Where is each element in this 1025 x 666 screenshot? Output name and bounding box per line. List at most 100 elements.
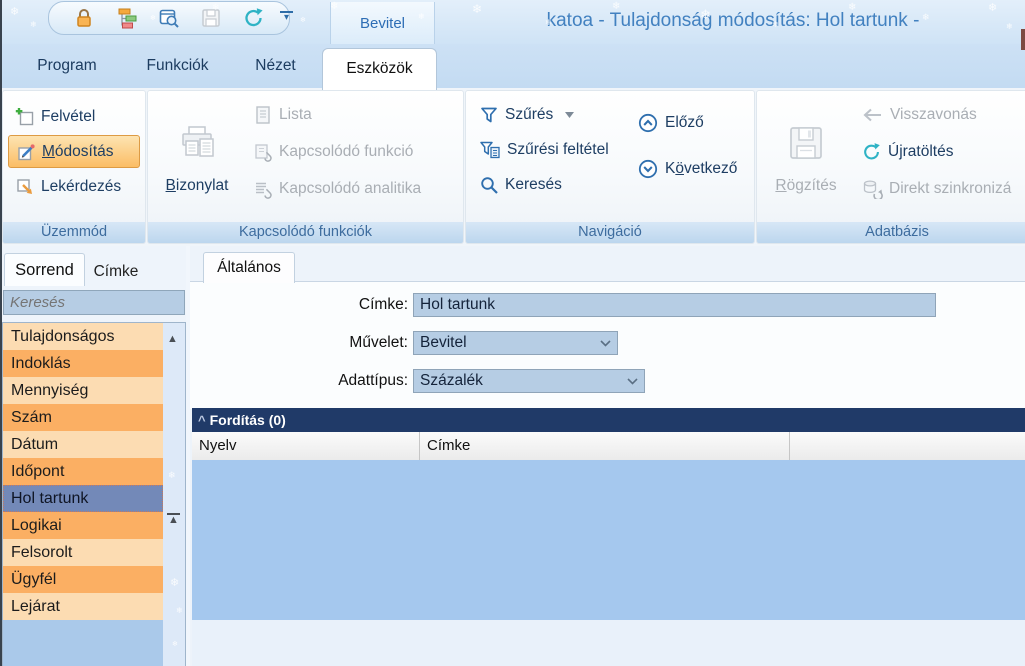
list-scrollbar[interactable]: ▲ ▲ (163, 323, 185, 666)
tab-eszkozok-active[interactable]: Eszközök (322, 48, 437, 90)
field-label-muvelet: Művelet: (349, 334, 408, 351)
property-list: Tulajdonságos Indoklás Mennyiség Szám Dátum I… (3, 323, 163, 620)
felvetel-button[interactable]: Felvétel (8, 101, 140, 132)
group-title-kapcsolodo: Kapcsolódó funkciók (148, 222, 463, 243)
list-item[interactable]: Felsorolt (3, 539, 163, 566)
list-item[interactable]: Szám (3, 404, 163, 431)
list-item[interactable]: Dátum (3, 431, 163, 458)
column-header-nyelv[interactable]: Nyelv (192, 432, 420, 460)
undo-arrow-icon (863, 108, 881, 121)
collapse-caret-icon[interactable]: ^ (198, 413, 206, 428)
column-header-cimke[interactable]: Címke (420, 432, 790, 460)
window-left-border (0, 0, 2, 666)
kapcsolodo-funkcio-button[interactable]: Kapcsolódó funkció (246, 136, 428, 167)
translation-table-empty-body[interactable] (192, 460, 1025, 620)
tab-nezet[interactable]: Nézet (243, 44, 308, 88)
lista-button[interactable]: Lista (246, 99, 428, 130)
list-item[interactable]: Lejárat (3, 593, 163, 620)
group-title-uzemmod: Üzemmód (3, 222, 145, 243)
tab-funkciok[interactable]: Funkciók (130, 44, 225, 88)
adattipus-dropdown[interactable]: Százalék (413, 369, 645, 393)
group-kapcsolodo-funkciok: Bizonylat Lista Kapcsolódó funkció Kapcs… (147, 90, 464, 244)
qat-more-commands-icon[interactable]: ▾ (280, 11, 293, 23)
tab-altalanos[interactable]: Általános (203, 252, 295, 283)
related-function-icon (255, 143, 272, 162)
sidebar-search-input[interactable] (3, 290, 185, 315)
translation-table-header: Nyelv Címke (192, 432, 1025, 461)
field-label-cimke: Címke: (358, 296, 408, 313)
muvelet-dropdown[interactable]: Bevitel (413, 331, 618, 355)
general-form: Címke: Hol tartunk Művelet: Bevitel Adat… (190, 281, 1025, 409)
group-adatbazis: Rögzítés Visszavonás Újratöltés Direkt s… (756, 90, 1025, 244)
cimke-text-input[interactable]: Hol tartunk (413, 293, 936, 317)
list-item[interactable]: Tulajdonságos (3, 323, 163, 350)
scroll-to-top-icon[interactable]: ▲ (167, 513, 180, 526)
group-navigacio: Szűrés Szűrési feltétel Keresés Előző Kö… (465, 90, 755, 244)
save-floppy-icon (790, 127, 822, 159)
list-document-icon (256, 105, 270, 124)
sidebar-tab-cimke[interactable]: Címke (85, 258, 147, 285)
list-item[interactable]: Hol tartunk (3, 485, 163, 512)
application-window: ▾ Bevitel katoa - Tulajdonság módosítás:… (0, 0, 1025, 666)
scroll-up-icon[interactable]: ▲ (167, 333, 178, 345)
dropdown-caret-icon (565, 111, 575, 118)
screen-edge-artifact (1021, 29, 1025, 50)
visszavonas-button[interactable]: Visszavonás (855, 99, 1018, 130)
group-uzemmod: Felvétel Módosítás Lekérdezés Üzemmód (2, 90, 146, 244)
query-record-icon (17, 178, 32, 194)
kovetkezo-button[interactable]: Következő (630, 153, 744, 184)
title-bar: ▾ Bevitel katoa - Tulajdonság módosítás:… (0, 0, 1025, 45)
ribbon: Felvétel Módosítás Lekérdezés Üzemmód Bi… (0, 88, 1025, 247)
forditas-section-header[interactable]: ^ Fordítás (0) (192, 408, 1025, 432)
printer-icon (182, 126, 214, 157)
group-title-navigacio: Navigáció (466, 222, 754, 243)
lekerdezes-button[interactable]: Lekérdezés (8, 171, 140, 202)
chevron-down-icon (627, 377, 638, 385)
quick-access-toolbar (48, 1, 290, 35)
save-icon (202, 9, 221, 27)
reload-icon (864, 142, 880, 159)
property-listbox: Tulajdonságos Indoklás Mennyiség Szám Dátum I… (2, 322, 186, 666)
list-item[interactable]: Logikai (3, 512, 163, 539)
column-header-empty (790, 432, 1025, 460)
szuresi-feltetel-button[interactable]: Szűrési feltétel (472, 134, 630, 165)
refresh-icon (245, 8, 263, 27)
group-title-adatbazis: Adatbázis (757, 222, 1025, 243)
next-circle-down-icon (638, 159, 658, 178)
list-item[interactable]: Mennyiség (3, 377, 163, 404)
tab-program[interactable]: Program (22, 44, 112, 88)
list-item[interactable]: Ügyfél (3, 566, 163, 593)
related-analytics-icon (256, 182, 272, 199)
save-button-disabled[interactable] (196, 4, 226, 32)
document-tab-bevitel[interactable]: Bevitel (330, 2, 435, 44)
preview-window-button[interactable] (154, 4, 184, 32)
refresh-button[interactable] (239, 4, 269, 32)
field-label-adattipus: Adattípus: (338, 372, 408, 389)
bizonylat-button[interactable]: Bizonylat (148, 91, 246, 219)
database-sync-icon (863, 179, 883, 199)
rogzites-button[interactable]: Rögzítés (757, 91, 855, 219)
hierarchy-button[interactable] (112, 4, 142, 32)
panel-footer-area (192, 620, 1025, 666)
add-record-icon (15, 107, 34, 125)
list-item[interactable]: Indoklás (3, 350, 163, 377)
lock-button[interactable] (69, 4, 99, 32)
elozo-button[interactable]: Előző (630, 107, 744, 138)
sidebar: Sorrend Címke TulajdonságosIndoklásMenny… (0, 246, 186, 666)
direkt-szinkronizalas-button[interactable]: Direkt szinkronizá (855, 173, 1018, 204)
kapcsolodo-analitika-button[interactable]: Kapcsolódó analitika (246, 173, 428, 204)
chevron-down-icon (600, 339, 611, 347)
preview-window-icon (159, 9, 179, 28)
modositas-button-selected[interactable]: Módosítás (8, 135, 140, 168)
edit-record-icon (18, 143, 35, 160)
window-title: katoa - Tulajdonság módosítás: Hol tartu… (546, 10, 920, 31)
szures-button[interactable]: Szűrés (472, 99, 630, 130)
filter-icon (481, 107, 497, 122)
sidebar-tab-sorrend[interactable]: Sorrend (4, 253, 85, 286)
kereses-button[interactable]: Keresés (472, 169, 630, 200)
previous-circle-up-icon (638, 113, 658, 132)
list-item[interactable]: Időpont (3, 458, 163, 485)
ujratoltes-button[interactable]: Újratöltés (855, 136, 1018, 167)
lock-icon (77, 9, 92, 27)
hierarchy-icon (118, 8, 137, 29)
